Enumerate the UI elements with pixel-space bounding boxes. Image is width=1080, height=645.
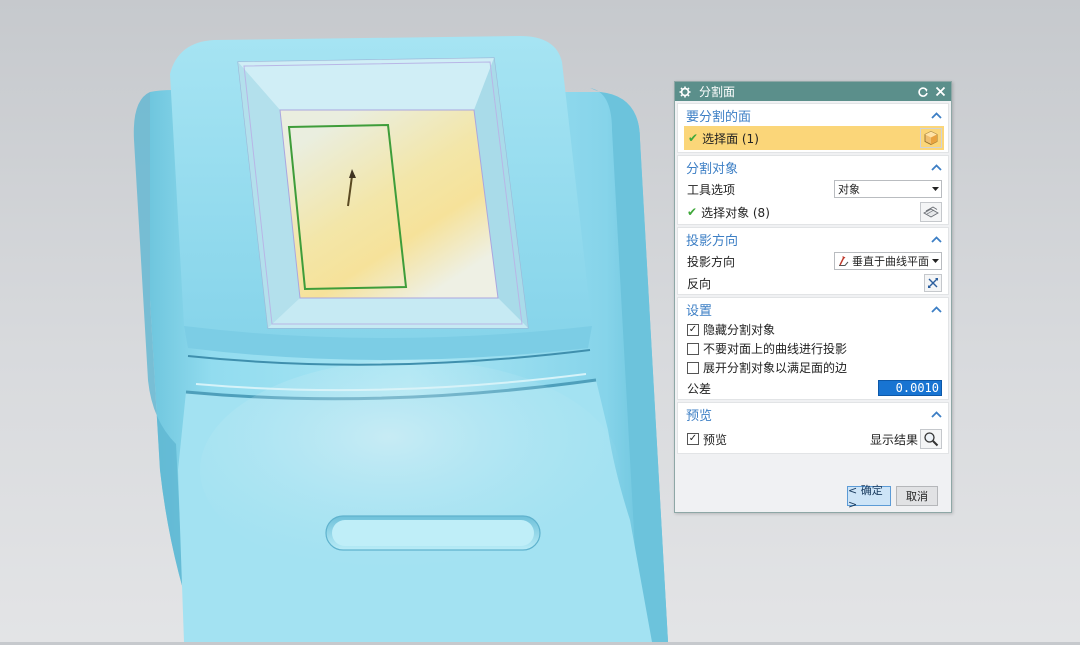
no-project-curves-label: 不要对面上的曲线进行投影: [703, 342, 848, 356]
section-title: 分割对象: [686, 161, 739, 177]
tolerance-row: 公差 0.0010: [678, 377, 948, 399]
projection-direction-row: 投影方向 垂直于曲线平面: [678, 250, 948, 272]
ok-button[interactable]: < 确定 >: [847, 484, 891, 511]
show-result-label: 显示结果: [869, 432, 918, 447]
select-face-label: 选择面 (1): [702, 131, 759, 146]
no-project-curves-checkbox[interactable]: [687, 342, 699, 355]
tolerance-input[interactable]: 0.0010: [878, 380, 942, 396]
close-icon[interactable]: [933, 85, 947, 99]
split-face-dialog: 分割面 要分割的面 ✔ 选择面 (1) 分割对象 工具选项 对象 ✔ 选择对象 …: [674, 81, 952, 513]
settings-gear-icon[interactable]: [679, 85, 693, 99]
checkmark-icon: ✔: [687, 205, 698, 219]
no-project-curves-checkbox-row[interactable]: 不要对面上的曲线进行投影: [678, 339, 948, 358]
section-split-objects: 分割对象 工具选项 对象 ✔ 选择对象 (8): [677, 155, 949, 225]
projection-icon: [838, 255, 850, 267]
tool-option-row: 工具选项 对象: [678, 178, 948, 200]
dropdown-arrow-icon: [929, 187, 941, 191]
collapse-icon[interactable]: [930, 110, 942, 120]
select-object-label: 选择对象 (8): [701, 205, 770, 220]
tolerance-label: 公差: [687, 381, 712, 396]
preview-row: ✓ 预览 显示结果: [678, 425, 948, 453]
preview-label: 预览: [703, 432, 728, 447]
projection-direction-label: 投影方向: [687, 254, 736, 269]
select-object-row[interactable]: ✔ 选择对象 (8): [678, 200, 948, 224]
section-projection-direction: 投影方向 投影方向 垂直于曲线平面 反向: [677, 227, 949, 295]
expand-objects-label: 展开分割对象以满足面的边: [703, 361, 848, 375]
expand-objects-checkbox-row[interactable]: 展开分割对象以满足面的边: [678, 358, 948, 377]
section-title: 要分割的面: [686, 109, 752, 125]
expand-objects-checkbox[interactable]: [687, 361, 699, 374]
collapse-icon[interactable]: [930, 409, 942, 419]
face-select-icon[interactable]: [920, 128, 942, 148]
tool-option-value: 对象: [838, 183, 860, 196]
projection-direction-select[interactable]: 垂直于曲线平面: [834, 252, 942, 270]
tool-option-select[interactable]: 对象: [834, 180, 942, 198]
dialog-titlebar[interactable]: 分割面: [675, 82, 951, 101]
collapse-icon[interactable]: [930, 304, 942, 314]
collapse-icon[interactable]: [930, 162, 942, 172]
reverse-direction-icon[interactable]: [924, 274, 942, 292]
projection-direction-value: 垂直于曲线平面: [852, 255, 929, 268]
section-face-to-split: 要分割的面 ✔ 选择面 (1): [677, 103, 949, 153]
cancel-button[interactable]: 取消: [896, 486, 938, 506]
dialog-footer: < 确定 > 取消: [675, 480, 951, 512]
hide-objects-checkbox[interactable]: ✓: [687, 323, 699, 336]
section-title: 投影方向: [686, 233, 739, 249]
section-header[interactable]: 投影方向: [678, 228, 948, 250]
dialog-title: 分割面: [699, 85, 736, 99]
hide-objects-label: 隐藏分割对象: [703, 323, 776, 337]
section-header[interactable]: 要分割的面: [678, 104, 948, 126]
section-header[interactable]: 设置: [678, 298, 948, 320]
collapse-icon[interactable]: [930, 234, 942, 244]
preview-checkbox[interactable]: ✓: [687, 433, 699, 445]
reverse-direction-row: 反向: [678, 272, 948, 294]
magnifier-icon[interactable]: [920, 429, 942, 449]
hide-objects-checkbox-row[interactable]: ✓ 隐藏分割对象: [678, 320, 948, 339]
checkmark-icon: ✔: [688, 131, 699, 145]
section-settings: 设置 ✓ 隐藏分割对象 不要对面上的曲线进行投影 展开分割对象以满足面的边 公差…: [677, 297, 949, 400]
dropdown-arrow-icon: [929, 259, 941, 263]
tool-option-label: 工具选项: [687, 182, 736, 197]
section-preview: 预览 ✓ 预览 显示结果: [677, 402, 949, 454]
object-select-icon[interactable]: [920, 202, 942, 222]
section-header[interactable]: 分割对象: [678, 156, 948, 178]
section-title: 预览: [686, 408, 713, 424]
section-header[interactable]: 预览: [678, 403, 948, 425]
select-face-row[interactable]: ✔ 选择面 (1): [684, 126, 944, 150]
section-title: 设置: [686, 303, 713, 319]
reverse-direction-label: 反向: [687, 276, 712, 291]
reset-icon[interactable]: [916, 85, 930, 99]
